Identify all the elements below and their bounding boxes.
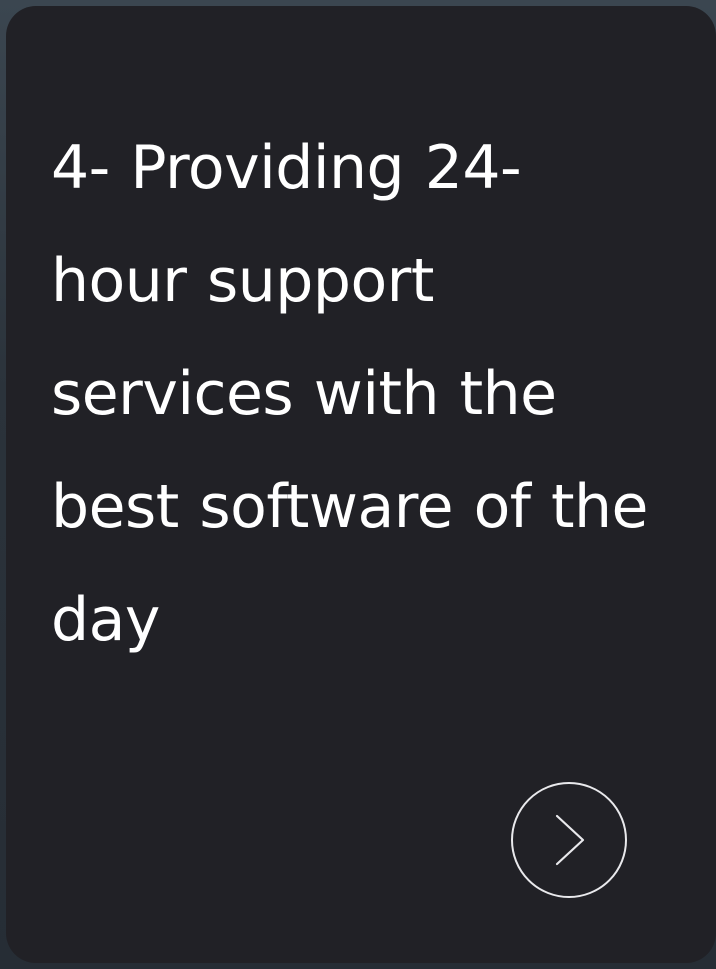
next-button[interactable] [511, 782, 627, 898]
feature-card: 4- Providing 24-hour support services wi… [6, 6, 716, 963]
chevron-right-icon [549, 812, 589, 868]
card-text: 4- Providing 24-hour support services wi… [51, 133, 648, 655]
